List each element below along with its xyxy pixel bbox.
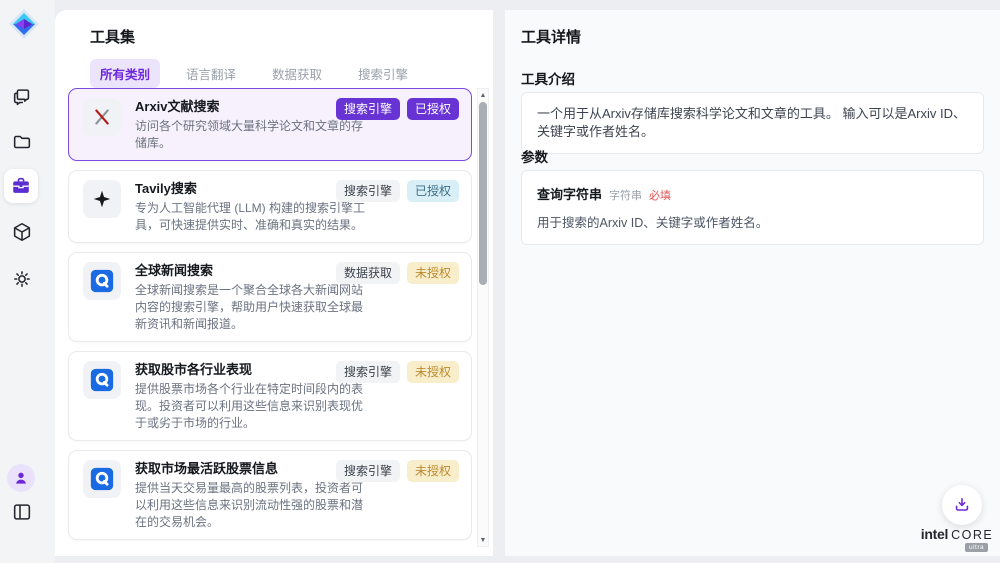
chat-icon[interactable] <box>11 86 33 108</box>
tool-card-most-active-stocks[interactable]: 获取市场最活跃股票信息 提供当天交易量最高的股票列表，投资者可以利用这些信息来识… <box>68 450 472 540</box>
quark-icon <box>83 262 121 300</box>
param-name: 查询字符串 <box>537 184 602 203</box>
ultra-badge: ultra <box>965 543 988 552</box>
category-badge: 搜索引擎 <box>336 180 400 202</box>
panel-toggle-icon[interactable] <box>11 501 33 523</box>
category-badge: 搜索引擎 <box>336 460 400 482</box>
tool-detail-panel: 工具详情 工具介绍 一个用于从Arxiv存储库搜索科学论文和文章的工具。 输入可… <box>505 10 1000 556</box>
arxiv-icon <box>83 98 121 136</box>
scroll-up-icon[interactable]: ▲ <box>478 89 488 101</box>
left-rail <box>0 0 55 563</box>
folder-icon[interactable] <box>11 131 33 153</box>
auth-status-badge: 未授权 <box>407 262 459 284</box>
tool-card-tavily[interactable]: Tavily搜索 专为人工智能代理 (LLM) 构建的搜索引擎工具，可快速提供实… <box>68 170 472 243</box>
tool-list-panel: 工具集 所有类别 语言翻译 数据获取 搜索引擎 Arxiv文献搜索 <box>55 10 493 556</box>
scroll-down-icon[interactable]: ▼ <box>478 534 488 546</box>
intel-wordmark: intel <box>921 526 948 542</box>
param-description: 用于搜索的Arxiv ID、关键字或作者姓名。 <box>537 212 968 231</box>
category-badge: 数据获取 <box>336 262 400 284</box>
category-badge: 搜索引擎 <box>336 98 400 120</box>
category-badge: 搜索引擎 <box>336 361 400 383</box>
quark-icon <box>83 460 121 498</box>
tool-description: 提供股票市场各个行业在特定时间段内的表现。投资者可以利用这些信息来识别表现优于或… <box>135 381 372 432</box>
auth-status-badge: 未授权 <box>407 460 459 482</box>
tool-description: 访问各个研究领域大量科学论文和文章的存储库。 <box>135 118 372 152</box>
tab-language-translation[interactable]: 语言翻译 <box>176 59 246 88</box>
quark-icon <box>83 361 121 399</box>
list-scrollbar[interactable]: ▲ ▼ <box>477 88 489 547</box>
app-logo-icon <box>6 6 42 42</box>
tool-card-global-news[interactable]: 全球新闻搜索 全球新闻搜索是一个聚合全球各大新闻网站内容的搜索引擎，帮助用户快速… <box>68 252 472 342</box>
download-button[interactable] <box>942 485 982 525</box>
category-tabs: 所有类别 语言翻译 数据获取 搜索引擎 <box>90 59 418 88</box>
scrollbar-thumb[interactable] <box>479 102 487 285</box>
intel-core-logo: intel core ultra <box>921 526 993 552</box>
tool-intro-text: 一个用于从Arxiv存储库搜索科学论文和文章的工具。 输入可以是Arxiv ID… <box>521 92 984 154</box>
app-window: 工具集 所有类别 语言翻译 数据获取 搜索引擎 Arxiv文献搜索 <box>0 0 1000 563</box>
tab-search-engine[interactable]: 搜索引擎 <box>348 59 418 88</box>
core-wordmark: core <box>951 528 993 542</box>
auth-status-badge: 已授权 <box>407 180 459 202</box>
cube-icon[interactable] <box>11 221 33 243</box>
tab-all-categories[interactable]: 所有类别 <box>90 59 160 88</box>
tool-card-sector-performance[interactable]: 获取股市各行业表现 提供股票市场各个行业在特定时间段内的表现。投资者可以利用这些… <box>68 351 472 441</box>
auth-status-badge: 已授权 <box>407 98 459 120</box>
gear-icon[interactable] <box>11 268 33 290</box>
tool-description: 提供当天交易量最高的股票列表，投资者可以利用这些信息来识别流动性强的股票和潜在的… <box>135 480 372 531</box>
sparkle-icon <box>83 180 121 218</box>
tool-description: 专为人工智能代理 (LLM) 构建的搜索引擎工具，可快速提供实时、准确和真实的结… <box>135 200 372 234</box>
download-icon <box>952 495 972 515</box>
user-avatar[interactable] <box>7 464 35 492</box>
auth-status-badge: 未授权 <box>407 361 459 383</box>
param-required-flag: 必填 <box>649 187 671 203</box>
param-type: 字符串 <box>609 187 642 203</box>
tool-intro-heading: 工具介绍 <box>521 68 575 88</box>
tool-card-list: Arxiv文献搜索 访问各个研究领域大量科学论文和文章的存储库。 搜索引擎 已授… <box>68 88 472 547</box>
tab-data-acquisition[interactable]: 数据获取 <box>262 59 332 88</box>
tool-card-arxiv[interactable]: Arxiv文献搜索 访问各个研究领域大量科学论文和文章的存储库。 搜索引擎 已授… <box>68 88 472 161</box>
tool-detail-title: 工具详情 <box>521 26 581 47</box>
param-card: 查询字符串 字符串 必填 用于搜索的Arxiv ID、关键字或作者姓名。 <box>521 170 984 245</box>
toolbox-icon[interactable] <box>4 169 38 203</box>
params-heading: 参数 <box>521 146 548 166</box>
tool-list-title: 工具集 <box>90 26 135 47</box>
tool-description: 全球新闻搜索是一个聚合全球各大新闻网站内容的搜索引擎，帮助用户快速获取全球最新资… <box>135 282 372 333</box>
